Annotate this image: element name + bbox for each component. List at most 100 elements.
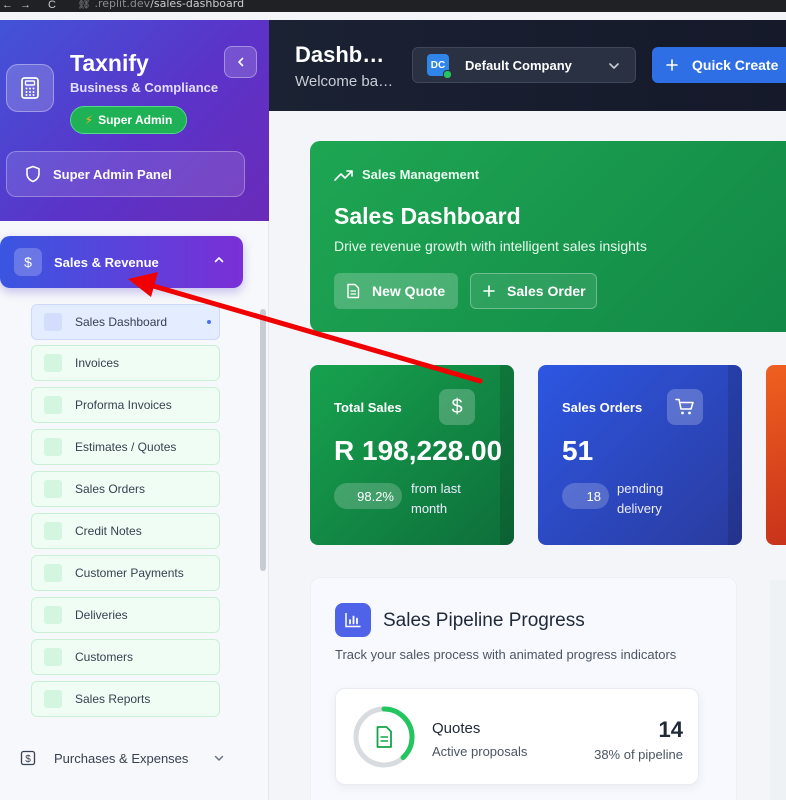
reload-icon[interactable]: C <box>48 0 56 11</box>
super-admin-panel-label: Super Admin Panel <box>53 166 172 182</box>
total-sales-card[interactable]: Total Sales $ R 198,228.00 98.2% from la… <box>310 365 514 545</box>
sidebar-item-proforma-invoices[interactable]: Proforma Invoices <box>31 387 220 423</box>
company-select[interactable]: DC Default Company <box>412 47 636 83</box>
chevron-up-icon <box>214 257 224 263</box>
total-sales-value: R 198,228.00 <box>334 435 503 466</box>
pipeline-stage-count: 14 <box>658 717 683 742</box>
pipeline-quotes-card[interactable]: Quotes Active proposals 14 38% of pipeli… <box>335 688 699 785</box>
sidebar-item-estimates-quotes[interactable]: Estimates / Quotes <box>31 429 220 465</box>
hero-eyebrow-label: Sales Management <box>362 167 480 182</box>
url-text[interactable]: ⛓ .replit.dev/sales-dashboard <box>77 0 244 9</box>
note-line: delivery <box>617 501 662 516</box>
sidebar-item-customers[interactable]: Customers <box>31 639 220 675</box>
sidebar-item-customer-payments[interactable]: Customer Payments <box>31 555 220 591</box>
chevron-down-icon <box>214 755 224 761</box>
sidebar-section-label: Purchases & Expenses <box>54 750 189 766</box>
sales-orders-value: 51 <box>562 435 594 466</box>
sidebar-nav: $ Sales & Revenue Sales Dashboard Invoic… <box>0 221 269 800</box>
cart-icon <box>667 389 703 425</box>
item-icon <box>44 354 62 372</box>
sidebar-item-invoices[interactable]: Invoices <box>31 345 220 381</box>
collapse-sidebar-button[interactable] <box>224 46 257 78</box>
dollar-icon: $ <box>439 389 475 425</box>
quick-create-label: Quick Create <box>692 57 779 73</box>
item-icon <box>44 564 62 582</box>
shield-icon <box>26 165 40 183</box>
sidebar-item-label: Customer Payments <box>75 566 184 580</box>
sidebar-section-label: Sales & Revenue <box>54 254 159 270</box>
forward-icon[interactable]: → <box>20 0 31 11</box>
sidebar-item-label: Invoices <box>75 356 120 370</box>
sidebar-section-sales-revenue[interactable]: $ Sales & Revenue <box>0 236 243 288</box>
sales-order-button[interactable]: Sales Order <box>470 273 597 309</box>
sidebar-item-label: Customers <box>75 650 134 664</box>
note-line: from last <box>411 481 461 496</box>
item-icon <box>44 438 62 456</box>
super-admin-panel-button[interactable]: Super Admin Panel <box>6 151 245 197</box>
chevron-left-icon <box>237 57 243 67</box>
sidebar-scrollbar[interactable] <box>260 309 266 571</box>
brand-subtitle: Business & Compliance <box>70 80 219 95</box>
sidebar-item-label: Sales Reports <box>75 692 151 706</box>
new-quote-label: New Quote <box>372 283 446 299</box>
calculator-icon <box>6 64 54 112</box>
document-icon <box>376 726 392 748</box>
document-icon <box>347 283 360 299</box>
pipeline-stage-name: Quotes <box>432 720 481 737</box>
hero-description: Drive revenue growth with intelligent sa… <box>334 238 647 254</box>
card-shade <box>500 365 514 545</box>
sales-orders-label: Sales Orders <box>562 400 643 415</box>
stat-card-partial[interactable] <box>766 365 786 545</box>
note-line: month <box>411 501 448 516</box>
note-line: pending <box>617 481 664 496</box>
top-header: Dashb… Welcome ba… DC Default Company Qu… <box>269 20 786 111</box>
partial-panel-edge <box>770 580 786 800</box>
pending-count: 18 <box>562 483 609 509</box>
url-path: /sales-dashboard <box>150 0 245 10</box>
sidebar-item-label: Deliveries <box>75 608 128 622</box>
sidebar-section-purchases-expenses[interactable]: $ Purchases & Expenses <box>0 738 243 778</box>
sidebar-item-label: Sales Orders <box>75 482 146 496</box>
company-avatar: DC <box>427 54 452 79</box>
pipeline-stage-subtitle: Active proposals <box>432 744 528 759</box>
sidebar-header: Taxnify Business & Compliance ⚡ Super Ad… <box>0 20 269 221</box>
url-domain: .replit.dev <box>94 0 151 10</box>
sidebar-item-credit-notes[interactable]: Credit Notes <box>31 513 220 549</box>
item-icon <box>44 690 62 708</box>
lightning-icon: ⚡ <box>84 113 94 127</box>
sidebar-item-sales-reports[interactable]: Sales Reports <box>31 681 220 717</box>
sidebar-item-label: Estimates / Quotes <box>75 440 177 454</box>
pipeline-description: Track your sales process with animated p… <box>335 647 677 662</box>
role-badge: ⚡ Super Admin <box>70 106 187 134</box>
total-sales-label: Total Sales <box>334 400 402 415</box>
dollar-icon: $ <box>18 748 38 768</box>
back-icon[interactable]: ← <box>2 0 13 11</box>
item-icon <box>44 522 62 540</box>
browser-url-bar[interactable]: ← → C ⛓ .replit.dev/sales-dashboard <box>0 0 786 12</box>
plus-icon <box>483 285 495 297</box>
sidebar-item-sales-dashboard[interactable]: Sales Dashboard <box>31 304 220 340</box>
item-icon <box>44 648 62 666</box>
company-select-value: Default Company <box>465 57 572 73</box>
pipeline-stage-percent: 38% of pipeline <box>594 747 683 762</box>
item-icon <box>44 606 62 624</box>
sidebar-item-label: Credit Notes <box>75 524 142 538</box>
sidebar-item-deliveries[interactable]: Deliveries <box>31 597 220 633</box>
total-sales-note: from last month <box>411 479 461 519</box>
trending-up-icon <box>334 169 353 181</box>
hero-title: Sales Dashboard <box>334 203 521 229</box>
sidebar-item-label: Proforma Invoices <box>75 398 172 412</box>
sales-hero-card: Sales Management Sales Dashboard Drive r… <box>310 141 786 332</box>
dollar-icon: $ <box>14 248 42 276</box>
sidebar-item-sales-orders[interactable]: Sales Orders <box>31 471 220 507</box>
plus-icon <box>666 59 678 71</box>
active-dot <box>207 320 211 324</box>
sales-orders-note: pending delivery <box>617 479 663 519</box>
new-quote-button[interactable]: New Quote <box>334 273 458 309</box>
svg-text:$: $ <box>25 754 31 765</box>
card-shade <box>728 365 742 545</box>
quick-create-button[interactable]: Quick Create <box>652 47 786 83</box>
chevron-down-icon <box>609 63 619 69</box>
sales-orders-card[interactable]: Sales Orders 51 18 pending delivery <box>538 365 742 545</box>
sidebar-item-label: Sales Dashboard <box>75 315 168 329</box>
